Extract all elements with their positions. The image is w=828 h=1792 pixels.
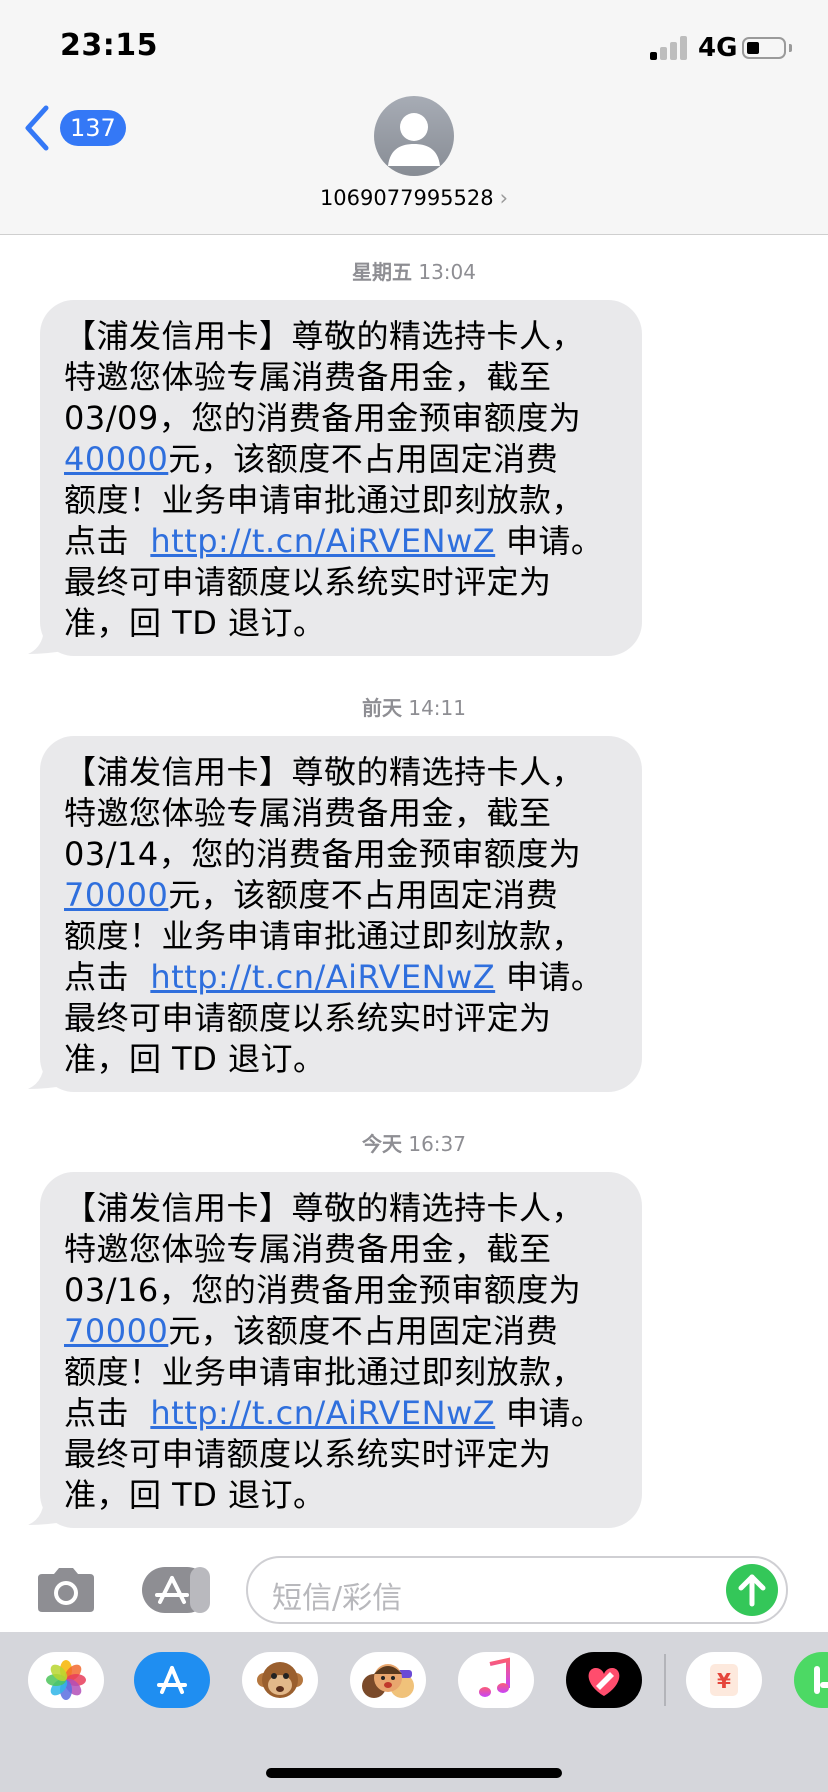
memoji-stickers-icon[interactable] [350,1652,426,1708]
amount-link[interactable]: 70000 [64,876,168,914]
timestamp-day: 今天 [362,1132,402,1156]
app-store-drawer-icon[interactable] [134,1652,210,1708]
contact-number[interactable]: 1069077995528 [320,186,494,210]
digital-touch-icon[interactable] [566,1652,642,1708]
message-line: 70000元，该额度不占用固定消费 [64,1311,642,1352]
message-line: 【浦发信用卡】尊敬的精选持卡人， [64,1189,585,1227]
photos-icon[interactable] [28,1652,104,1708]
contact-avatar-icon[interactable] [374,96,454,176]
send-button[interactable] [726,1564,778,1616]
amount-link[interactable]: 70000 [64,1312,168,1350]
music-icon[interactable] [458,1652,534,1708]
message-line: 40000元，该额度不占用固定消费 [64,439,642,480]
message-line: 【浦发信用卡】尊敬的精选持卡人， [64,317,585,355]
network-type: 4G [698,33,738,63]
message-line: 点击 http://t.cn/AiRVENwZ 申请。 [64,1393,642,1434]
message-bubble[interactable]: 【浦发信用卡】尊敬的精选持卡人， 特邀您体验专属消费备用金，截至 03/14，您… [40,736,642,1092]
message-line: 准，回 TD 退订。 [64,1476,326,1514]
message-timestamp: 前天 14:11 [0,692,828,721]
message-text: 申请。 [505,1394,604,1432]
conversation-header: 23:15 4G 137 1069077995528 › [0,0,828,235]
message-input[interactable]: 短信/彩信 [246,1556,788,1624]
battery-icon [742,37,786,59]
imessage-app-drawer: ¥ [0,1632,828,1792]
message-line: 03/16，您的消费备用金预审额度为 [64,1271,582,1309]
status-time: 23:15 [60,28,158,63]
drawer-divider [664,1654,666,1706]
message-text: 点击 [64,522,130,560]
message-line: 【浦发信用卡】尊敬的精选持卡人， [64,753,585,791]
timestamp-day: 前天 [362,696,402,720]
message-bubble[interactable]: 【浦发信用卡】尊敬的精选持卡人， 特邀您体验专属消费备用金，截至 03/09，您… [40,300,642,656]
contact-name[interactable]: 1069077995528 › [0,186,828,210]
timestamp-time: 13:04 [418,260,476,284]
message-line: 03/14，您的消费备用金预审额度为 [64,835,582,873]
message-line: 最终可申请额度以系统实时评定为 [64,999,552,1037]
message-text: 元，该额度不占用固定消费 [168,440,559,478]
timestamp-day: 星期五 [352,260,412,284]
message-text: 元，该额度不占用固定消费 [168,1312,559,1350]
message-timestamp: 今天 16:37 [0,1128,828,1157]
back-chevron-icon[interactable] [22,104,52,152]
app-store-icon[interactable] [140,1566,212,1614]
message-line: 额度！业务申请审批通过即刻放款， [64,917,585,955]
message-bubble[interactable]: 【浦发信用卡】尊敬的精选持卡人， 特邀您体验专属消费备用金，截至 03/16，您… [40,1172,642,1528]
input-placeholder: 短信/彩信 [272,1581,403,1616]
message-line: 额度！业务申请审批通过即刻放款， [64,481,585,519]
green-app-icon[interactable] [794,1652,828,1708]
timestamp-time: 14:11 [408,696,466,720]
message-text: 申请。 [505,522,604,560]
message-line: 最终可申请额度以系统实时评定为 [64,563,552,601]
message-line: 准，回 TD 退订。 [64,1040,326,1078]
message-line: 额度！业务申请审批通过即刻放款， [64,1353,585,1391]
signal-icon [650,36,692,60]
message-line: 特邀您体验专属消费备用金，截至 [64,1230,552,1268]
url-link[interactable]: http://t.cn/AiRVENwZ [150,1394,495,1432]
home-indicator[interactable] [266,1768,562,1778]
message-line: 点击 http://t.cn/AiRVENwZ 申请。 [64,957,642,998]
message-text: 点击 [64,1394,130,1432]
url-link[interactable]: http://t.cn/AiRVENwZ [150,522,495,560]
message-line: 最终可申请额度以系统实时评定为 [64,1435,552,1473]
message-text: 点击 [64,958,130,996]
timestamp-time: 16:37 [408,1132,466,1156]
message-text: 元，该额度不占用固定消费 [168,876,559,914]
camera-icon[interactable] [34,1566,98,1614]
battery-cap-icon [789,44,792,52]
message-line: 特邀您体验专属消费备用金，截至 [64,358,552,396]
yuan-payment-icon[interactable]: ¥ [686,1652,762,1708]
unread-count-badge[interactable]: 137 [60,110,126,146]
url-link[interactable]: http://t.cn/AiRVENwZ [150,958,495,996]
svg-text:¥: ¥ [717,1669,731,1693]
message-line: 准，回 TD 退订。 [64,604,326,642]
message-line: 特邀您体验专属消费备用金，截至 [64,794,552,832]
message-text: 申请。 [505,958,604,996]
monkey-memoji-icon[interactable] [242,1652,318,1708]
message-timestamp: 星期五 13:04 [0,256,828,285]
message-line: 点击 http://t.cn/AiRVENwZ 申请。 [64,521,642,562]
amount-link[interactable]: 40000 [64,440,168,478]
chevron-right-icon: › [499,186,509,210]
message-line: 70000元，该额度不占用固定消费 [64,875,642,916]
arrow-up-icon [738,1574,766,1607]
message-line: 03/09，您的消费备用金预审额度为 [64,399,582,437]
